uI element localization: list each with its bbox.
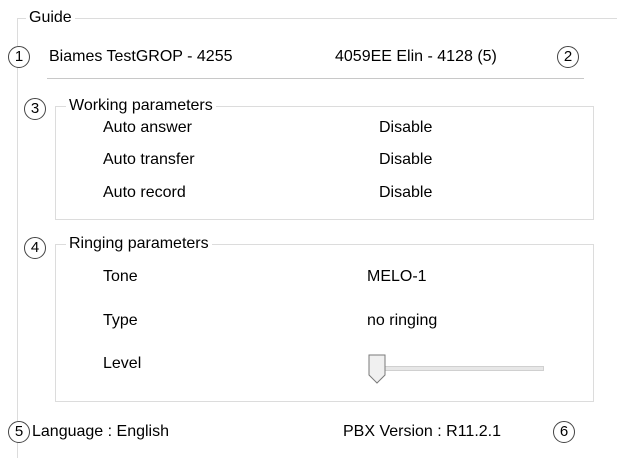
marker-1-icon: 1 bbox=[8, 46, 30, 68]
right-party-label: 4059EE Elin - 4128 (5) bbox=[335, 48, 497, 65]
auto-transfer-label: Auto transfer bbox=[103, 151, 195, 168]
auto-answer-value: Disable bbox=[379, 119, 433, 136]
level-slider-track bbox=[370, 366, 544, 371]
language-label: Language : English bbox=[32, 423, 169, 440]
working-parameters-title: Working parameters bbox=[66, 97, 216, 115]
type-label: Type bbox=[103, 312, 138, 329]
type-value: no ringing bbox=[367, 312, 438, 329]
pbx-version-label: PBX Version : R11.2.1 bbox=[343, 423, 502, 440]
auto-transfer-value: Disable bbox=[379, 151, 433, 168]
level-slider[interactable] bbox=[368, 352, 546, 386]
level-slider-thumb[interactable] bbox=[368, 354, 386, 384]
auto-record-label: Auto record bbox=[103, 184, 186, 201]
marker-3-icon: 3 bbox=[24, 98, 46, 120]
auto-answer-label: Auto answer bbox=[103, 119, 192, 136]
marker-6-icon: 6 bbox=[553, 421, 575, 443]
level-label: Level bbox=[103, 355, 142, 372]
marker-5-icon: 5 bbox=[8, 421, 30, 443]
tone-label: Tone bbox=[103, 268, 138, 285]
guide-separator bbox=[47, 78, 584, 79]
left-party-label: Biames TestGROP - 4255 bbox=[49, 48, 233, 65]
marker-2-icon: 2 bbox=[557, 46, 579, 68]
tone-value: MELO-1 bbox=[367, 268, 427, 285]
guide-title: Guide bbox=[26, 9, 75, 27]
marker-4-icon: 4 bbox=[24, 237, 46, 259]
auto-record-value: Disable bbox=[379, 184, 433, 201]
ringing-parameters-title: Ringing parameters bbox=[66, 235, 212, 253]
